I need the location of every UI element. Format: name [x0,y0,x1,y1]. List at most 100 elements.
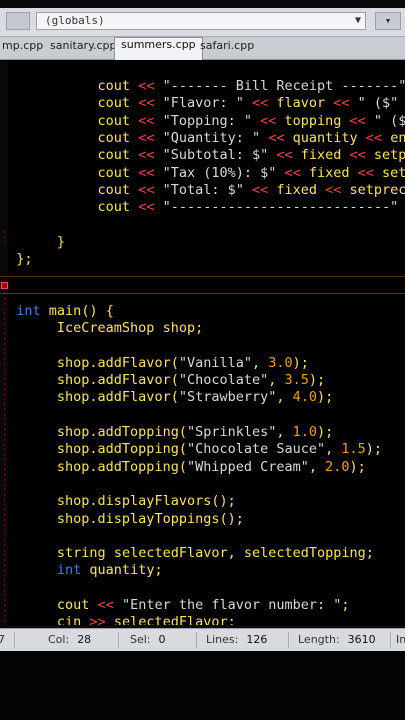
code-token: "Quantity: " [162,129,261,146]
code-token: "Sprinkles" [186,424,277,440]
status-lines: Lines: 126 [206,633,267,646]
function-scope-toolbar: (globals) ▼ ▾ [0,8,405,37]
status-separator [390,632,391,648]
code-token: }; [16,251,33,267]
code-token: shop.displayToppings [56,510,220,527]
status-separator [14,632,15,648]
code-token: shop.addTopping [56,441,179,458]
scope-dropdown[interactable]: (globals) ▼ [36,12,366,30]
code-token: << [341,112,374,129]
code-token: ); [317,424,334,440]
tab-sanitary-cpp[interactable]: sanitary.cpp [44,39,123,59]
code-token: shop.displayFlavors [56,493,212,510]
status-col-label: Col: [48,633,70,646]
code-token: ( [178,441,187,458]
code-editor[interactable]: cout << "------- Bill Receipt -------" <… [0,60,405,625]
status-bar: 7 Col: 28 Sel: 0 Lines: 126 Length: 3610 In [0,628,405,651]
status-sel-value: 0 [158,633,166,646]
code-line[interactable]: cout << "Subtotal: $" << fixed << setpr [0,147,405,164]
code-token: << [341,147,374,164]
code-token: ( [178,424,187,440]
code-line[interactable]: shop.addFlavor("Strawberry", 4.0); [0,389,333,406]
code-token: "Flavor: " [162,95,244,112]
code-token: << [260,129,293,146]
code-token: ; [227,614,236,625]
code-token: ( [178,458,187,475]
code-line[interactable]: cout << "Flavor: " << flavor << " ($" < [0,95,405,112]
scope-left-button[interactable] [6,12,30,30]
code-line[interactable]: int quantity; [0,562,163,579]
code-line[interactable]: } [0,234,65,251]
code-line[interactable]: shop.displayFlavors(); [0,493,236,510]
code-line[interactable]: shop.displayToppings(); [0,511,244,528]
code-token: cout [97,199,131,216]
status-sel-label: Sel: [130,633,151,646]
code-token: " ($" [373,112,405,129]
code-line[interactable]: cout << "Quantity: " << quantity << end [0,130,405,147]
code-token: ; [154,562,163,579]
status-col: Col: 28 [48,633,91,646]
code-token: ; [365,545,374,562]
code-line[interactable]: shop.addTopping("Whipped Cream", 2.0); [0,459,366,476]
tab-mp-cpp[interactable]: mp.cpp [0,39,49,59]
code-token: << [357,129,391,146]
code-token: "Topping: " [162,112,252,129]
code-line[interactable]: int main() { [0,303,114,320]
code-token: fixed [300,147,342,164]
code-token: << [276,164,309,181]
code-line[interactable]: shop.addFlavor("Chocolate", 3.5); [0,372,325,389]
code-token: setp [382,164,405,181]
code-token: selectedFlavor [105,545,228,562]
code-line[interactable]: }; [0,251,33,268]
tab-summers-cpp[interactable]: summers.cpp [114,37,203,60]
code-token: < [398,199,405,215]
code-line[interactable]: shop.addTopping("Sprinkles", 1.0); [0,424,333,441]
code-line[interactable]: cout << "---------------------------" < [0,199,405,216]
code-token: 3.5 [284,372,309,389]
code-token: ( [170,354,179,371]
code-token: 3.0 [268,354,293,371]
status-lines-value: 126 [246,633,268,646]
code-token: ; [195,320,204,337]
screen-bezel [0,651,405,720]
chevron-down-icon[interactable]: ▼ [355,13,361,29]
code-token: (); [219,510,244,527]
tab-safari-cpp[interactable]: safari.cpp [194,39,260,59]
code-token: } [56,233,66,250]
code-token: shop.addFlavor [56,389,171,406]
status-mode: In [396,633,405,646]
code-token: ); [349,458,366,475]
code-line[interactable]: shop.addTopping("Chocolate Sauce", 1.5); [0,441,382,458]
code-line[interactable]: cout << "Topping: " << topping << " ($" [0,113,405,130]
toolbar-menu-button[interactable]: ▾ [375,12,401,30]
code-line[interactable]: shop.addFlavor("Vanilla", 3.0); [0,355,309,372]
code-token: (); [211,493,236,510]
code-line[interactable]: string selectedFlavor, selectedTopping; [0,545,374,562]
status-length: Length: 3610 [298,633,376,646]
code-token: "Vanilla" [178,354,252,371]
code-token: int [16,302,41,319]
code-line[interactable]: cin >> selectedFlavor; [0,614,236,625]
status-separator [288,632,289,648]
code-token: , [268,372,285,389]
code-token: , [252,354,269,371]
code-line[interactable]: IceCreamShop shop; [0,320,203,337]
code-token: ; [341,597,350,613]
code-line[interactable]: cout << "Enter the flavor number: "; [0,597,350,614]
code-line[interactable]: cout << "------- Bill Receipt -------" < [0,78,405,95]
code-token: ( [170,372,179,389]
code-token: cout [97,181,131,198]
code-token: ); [317,389,334,406]
code-line[interactable]: cout << "Tax (10%): $" << fixed << setp [0,165,405,182]
code-line[interactable]: cout << "Total: $" << fixed << setpreci [0,182,405,199]
